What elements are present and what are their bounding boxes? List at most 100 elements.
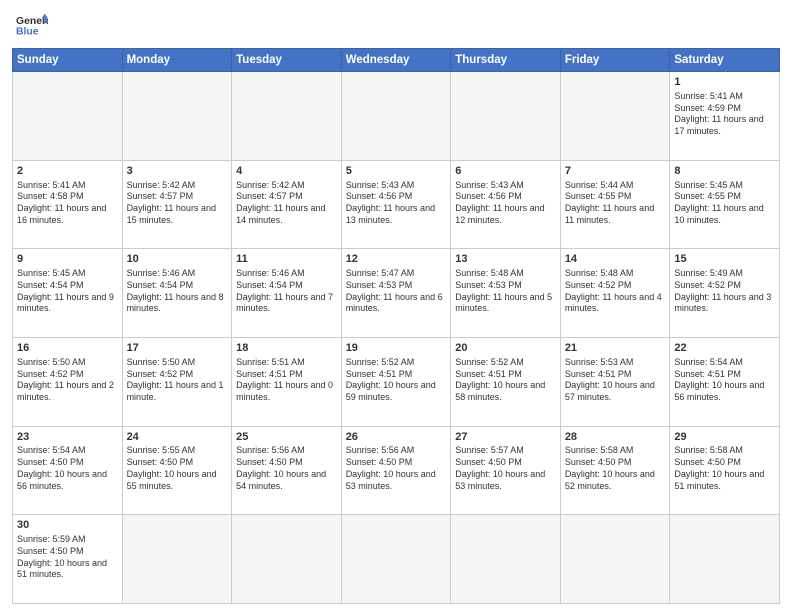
week-row-5: 30Sunrise: 5:59 AMSunset: 4:50 PMDayligh… <box>13 515 780 604</box>
day-info: Sunrise: 5:55 AMSunset: 4:50 PMDaylight:… <box>127 445 228 492</box>
calendar-cell: 24Sunrise: 5:55 AMSunset: 4:50 PMDayligh… <box>122 426 232 515</box>
day-number: 29 <box>674 430 775 445</box>
week-row-0: 1Sunrise: 5:41 AMSunset: 4:59 PMDaylight… <box>13 72 780 161</box>
calendar-cell: 29Sunrise: 5:58 AMSunset: 4:50 PMDayligh… <box>670 426 780 515</box>
weekday-header-tuesday: Tuesday <box>232 49 342 72</box>
calendar-table: SundayMondayTuesdayWednesdayThursdayFrid… <box>12 48 780 604</box>
calendar-cell: 20Sunrise: 5:52 AMSunset: 4:51 PMDayligh… <box>451 337 561 426</box>
day-number: 26 <box>346 430 447 445</box>
day-number: 15 <box>674 252 775 267</box>
day-info: Sunrise: 5:44 AMSunset: 4:55 PMDaylight:… <box>565 180 666 227</box>
day-number: 8 <box>674 164 775 179</box>
calendar-cell: 15Sunrise: 5:49 AMSunset: 4:52 PMDayligh… <box>670 249 780 338</box>
svg-text:Blue: Blue <box>16 26 39 37</box>
calendar-cell: 23Sunrise: 5:54 AMSunset: 4:50 PMDayligh… <box>13 426 123 515</box>
day-number: 12 <box>346 252 447 267</box>
calendar-cell: 21Sunrise: 5:53 AMSunset: 4:51 PMDayligh… <box>560 337 670 426</box>
day-number: 3 <box>127 164 228 179</box>
weekday-header-sunday: Sunday <box>13 49 123 72</box>
weekday-header-thursday: Thursday <box>451 49 561 72</box>
header: General Blue <box>0 0 792 48</box>
day-info: Sunrise: 5:52 AMSunset: 4:51 PMDaylight:… <box>455 357 556 404</box>
week-row-3: 16Sunrise: 5:50 AMSunset: 4:52 PMDayligh… <box>13 337 780 426</box>
calendar-cell: 18Sunrise: 5:51 AMSunset: 4:51 PMDayligh… <box>232 337 342 426</box>
day-info: Sunrise: 5:56 AMSunset: 4:50 PMDaylight:… <box>236 445 337 492</box>
day-number: 1 <box>674 75 775 90</box>
weekday-header-friday: Friday <box>560 49 670 72</box>
calendar-cell: 16Sunrise: 5:50 AMSunset: 4:52 PMDayligh… <box>13 337 123 426</box>
day-info: Sunrise: 5:42 AMSunset: 4:57 PMDaylight:… <box>236 180 337 227</box>
calendar-cell: 25Sunrise: 5:56 AMSunset: 4:50 PMDayligh… <box>232 426 342 515</box>
day-number: 13 <box>455 252 556 267</box>
day-number: 18 <box>236 341 337 356</box>
calendar-cell <box>560 515 670 604</box>
day-info: Sunrise: 5:42 AMSunset: 4:57 PMDaylight:… <box>127 180 228 227</box>
day-info: Sunrise: 5:53 AMSunset: 4:51 PMDaylight:… <box>565 357 666 404</box>
calendar-cell: 11Sunrise: 5:46 AMSunset: 4:54 PMDayligh… <box>232 249 342 338</box>
day-info: Sunrise: 5:48 AMSunset: 4:52 PMDaylight:… <box>565 268 666 315</box>
day-info: Sunrise: 5:47 AMSunset: 4:53 PMDaylight:… <box>346 268 447 315</box>
day-number: 4 <box>236 164 337 179</box>
page: General Blue SundayMondayTuesdayWednesda… <box>0 0 792 612</box>
day-number: 6 <box>455 164 556 179</box>
day-info: Sunrise: 5:46 AMSunset: 4:54 PMDaylight:… <box>127 268 228 315</box>
day-info: Sunrise: 5:50 AMSunset: 4:52 PMDaylight:… <box>127 357 228 404</box>
weekday-header-monday: Monday <box>122 49 232 72</box>
calendar-cell <box>451 72 561 161</box>
calendar-cell <box>122 515 232 604</box>
calendar-cell <box>13 72 123 161</box>
day-info: Sunrise: 5:54 AMSunset: 4:51 PMDaylight:… <box>674 357 775 404</box>
day-info: Sunrise: 5:58 AMSunset: 4:50 PMDaylight:… <box>565 445 666 492</box>
day-number: 27 <box>455 430 556 445</box>
calendar-cell <box>341 515 451 604</box>
week-row-4: 23Sunrise: 5:54 AMSunset: 4:50 PMDayligh… <box>13 426 780 515</box>
day-info: Sunrise: 5:50 AMSunset: 4:52 PMDaylight:… <box>17 357 118 404</box>
day-info: Sunrise: 5:51 AMSunset: 4:51 PMDaylight:… <box>236 357 337 404</box>
calendar-cell: 28Sunrise: 5:58 AMSunset: 4:50 PMDayligh… <box>560 426 670 515</box>
day-info: Sunrise: 5:58 AMSunset: 4:50 PMDaylight:… <box>674 445 775 492</box>
week-row-2: 9Sunrise: 5:45 AMSunset: 4:54 PMDaylight… <box>13 249 780 338</box>
calendar-cell: 6Sunrise: 5:43 AMSunset: 4:56 PMDaylight… <box>451 160 561 249</box>
calendar-cell <box>341 72 451 161</box>
calendar-cell: 13Sunrise: 5:48 AMSunset: 4:53 PMDayligh… <box>451 249 561 338</box>
calendar-cell: 22Sunrise: 5:54 AMSunset: 4:51 PMDayligh… <box>670 337 780 426</box>
day-number: 11 <box>236 252 337 267</box>
calendar-cell <box>670 515 780 604</box>
calendar-cell: 2Sunrise: 5:41 AMSunset: 4:58 PMDaylight… <box>13 160 123 249</box>
day-number: 20 <box>455 341 556 356</box>
calendar-cell: 12Sunrise: 5:47 AMSunset: 4:53 PMDayligh… <box>341 249 451 338</box>
day-info: Sunrise: 5:45 AMSunset: 4:55 PMDaylight:… <box>674 180 775 227</box>
calendar-cell: 4Sunrise: 5:42 AMSunset: 4:57 PMDaylight… <box>232 160 342 249</box>
weekday-header-row: SundayMondayTuesdayWednesdayThursdayFrid… <box>13 49 780 72</box>
day-info: Sunrise: 5:45 AMSunset: 4:54 PMDaylight:… <box>17 268 118 315</box>
calendar-cell: 8Sunrise: 5:45 AMSunset: 4:55 PMDaylight… <box>670 160 780 249</box>
calendar-cell: 10Sunrise: 5:46 AMSunset: 4:54 PMDayligh… <box>122 249 232 338</box>
calendar-cell: 1Sunrise: 5:41 AMSunset: 4:59 PMDaylight… <box>670 72 780 161</box>
calendar-cell: 27Sunrise: 5:57 AMSunset: 4:50 PMDayligh… <box>451 426 561 515</box>
day-number: 5 <box>346 164 447 179</box>
day-info: Sunrise: 5:43 AMSunset: 4:56 PMDaylight:… <box>346 180 447 227</box>
day-info: Sunrise: 5:41 AMSunset: 4:59 PMDaylight:… <box>674 91 775 138</box>
day-info: Sunrise: 5:56 AMSunset: 4:50 PMDaylight:… <box>346 445 447 492</box>
day-info: Sunrise: 5:52 AMSunset: 4:51 PMDaylight:… <box>346 357 447 404</box>
day-number: 22 <box>674 341 775 356</box>
day-info: Sunrise: 5:54 AMSunset: 4:50 PMDaylight:… <box>17 445 118 492</box>
day-number: 24 <box>127 430 228 445</box>
calendar-cell: 30Sunrise: 5:59 AMSunset: 4:50 PMDayligh… <box>13 515 123 604</box>
weekday-header-wednesday: Wednesday <box>341 49 451 72</box>
calendar-cell <box>560 72 670 161</box>
calendar-cell: 3Sunrise: 5:42 AMSunset: 4:57 PMDaylight… <box>122 160 232 249</box>
calendar-cell <box>232 72 342 161</box>
day-number: 17 <box>127 341 228 356</box>
day-number: 14 <box>565 252 666 267</box>
calendar: SundayMondayTuesdayWednesdayThursdayFrid… <box>0 48 792 612</box>
generalblue-logo-icon: General Blue <box>16 12 48 40</box>
calendar-cell: 7Sunrise: 5:44 AMSunset: 4:55 PMDaylight… <box>560 160 670 249</box>
logo: General Blue <box>16 12 48 40</box>
calendar-cell <box>232 515 342 604</box>
calendar-cell <box>451 515 561 604</box>
day-number: 30 <box>17 518 118 533</box>
day-info: Sunrise: 5:43 AMSunset: 4:56 PMDaylight:… <box>455 180 556 227</box>
day-info: Sunrise: 5:59 AMSunset: 4:50 PMDaylight:… <box>17 534 118 581</box>
day-number: 19 <box>346 341 447 356</box>
